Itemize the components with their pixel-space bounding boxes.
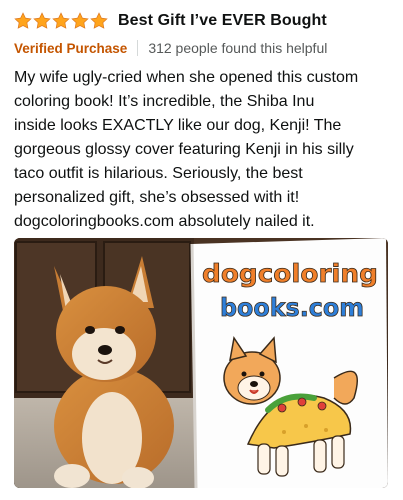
review-body-line: gorgeous glossy cover featuring Kenji in… <box>14 141 354 158</box>
review-title[interactable]: Best Gift I’ve EVER Bought <box>118 12 327 30</box>
review-body-line: personalized gift, she’s obsessed with i… <box>14 189 300 206</box>
verified-purchase-badge: Verified Purchase <box>14 40 128 56</box>
divider <box>137 40 139 56</box>
review-meta: Verified Purchase 312 people found this … <box>14 38 327 58</box>
star-rating <box>14 12 108 30</box>
helpful-count: 312 people found this helpful <box>148 40 328 56</box>
review-body-line: dogcoloringbooks.com absolutely nailed i… <box>14 213 315 230</box>
review-body-line: inside looks EXACTLY like our dog, Kenji… <box>14 117 342 134</box>
review-body-line: taco outfit is hilarious. Seriously, the… <box>14 165 303 182</box>
coloring-book: dogcoloring books.com <box>190 238 388 488</box>
review-photo[interactable]: dogcoloring books.com <box>14 238 388 488</box>
review-header: Best Gift I’ve EVER Bought <box>14 10 327 32</box>
review-body-line: My wife ugly-cried when she opened this … <box>14 69 359 86</box>
star-icon <box>71 12 89 29</box>
star-icon <box>33 12 51 29</box>
star-icon <box>14 12 32 29</box>
review-body: My wife ugly-cried when she opened this … <box>14 66 394 234</box>
logo-line-2: books.com <box>220 293 364 322</box>
star-icon <box>52 12 70 29</box>
review-card: Best Gift I’ve EVER Bought Verified Purc… <box>0 0 403 500</box>
star-icon <box>90 12 108 29</box>
review-photo-illustration: dogcoloring books.com <box>14 238 388 488</box>
review-body-line: coloring book! It’s incredible, the Shib… <box>14 93 315 110</box>
logo-line-1: dogcoloring <box>202 259 378 288</box>
